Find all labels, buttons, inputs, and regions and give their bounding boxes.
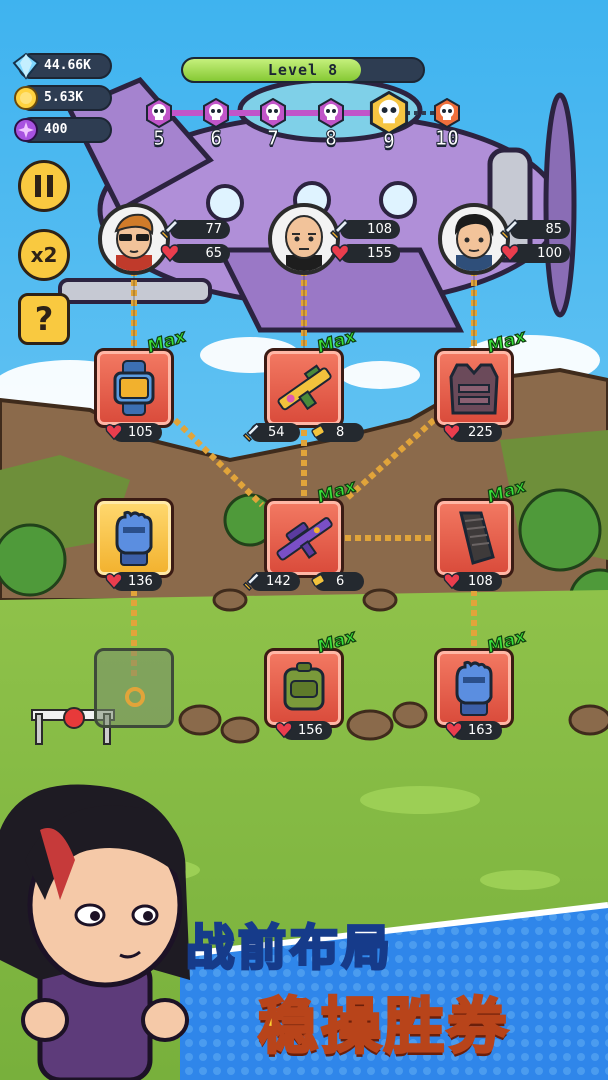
promo-subheadline: 稳操胜券 — [257, 991, 510, 1064]
item-card-rifle[interactable] — [264, 348, 344, 428]
item-card-glove-2[interactable] — [434, 648, 514, 728]
hero-2-attack: 108 — [330, 218, 400, 240]
bullet-icon — [311, 574, 326, 587]
stage-node — [316, 97, 346, 129]
heart-icon — [275, 722, 293, 739]
heart-icon — [443, 573, 461, 590]
heart-icon — [443, 424, 461, 441]
skull-icon — [318, 97, 344, 129]
glove-icon — [115, 510, 153, 566]
stage-node — [432, 97, 462, 129]
stage-number: 8 — [324, 126, 338, 151]
stage-number: 10 — [434, 126, 460, 151]
magazine-icon — [459, 511, 495, 565]
heart-icon — [330, 244, 350, 263]
item-glove-2-hp: 163 — [445, 721, 502, 740]
item-rifle-2-speed: 6 — [311, 572, 364, 591]
item-watch-hp: 105 — [105, 423, 162, 442]
stage-node — [258, 97, 288, 129]
pause-icon — [35, 175, 53, 197]
stage-node — [144, 97, 174, 129]
heart-icon — [500, 244, 520, 263]
stage-number: 9 — [382, 129, 396, 154]
item-rifle-attack: 54 — [242, 422, 300, 442]
hero-face-dark-hair — [454, 213, 494, 271]
bullet-icon — [311, 425, 326, 438]
sword-icon — [242, 571, 261, 591]
hero-1-attack: 77 — [160, 218, 230, 240]
item-slot-locked[interactable] — [94, 648, 174, 728]
item-card-magazine[interactable] — [434, 498, 514, 578]
item-card-rifle-2[interactable] — [264, 498, 344, 578]
item-pack-hp: 156 — [275, 721, 332, 740]
item-card-watch[interactable] — [94, 348, 174, 428]
item-card-glove[interactable] — [94, 498, 174, 578]
stage-number: 6 — [209, 126, 223, 151]
item-glove-hp: 136 — [105, 572, 162, 591]
vest-icon — [449, 363, 499, 415]
item-rifle-speed: 8 — [311, 423, 364, 442]
sniper-rifle-icon — [276, 517, 333, 561]
rope-knot-icon — [125, 687, 145, 707]
speed-button[interactable]: x2 — [18, 229, 70, 281]
skull-icon — [434, 97, 460, 129]
sword-icon — [500, 218, 520, 240]
skull-icon — [260, 97, 286, 129]
pause-button[interactable] — [18, 160, 70, 212]
heart-icon — [105, 573, 123, 590]
skull-icon — [146, 97, 172, 129]
rifle-icon — [277, 364, 332, 411]
sword-icon — [160, 218, 180, 240]
hero-3-attack: 85 — [500, 218, 570, 240]
help-label: ? — [34, 300, 54, 338]
promo-headline: 战前布局 — [184, 919, 395, 978]
heart-icon — [160, 244, 180, 263]
glove-icon — [455, 660, 493, 716]
heart-icon — [445, 722, 463, 739]
stage-number: 5 — [152, 126, 166, 151]
item-vest-hp: 225 — [443, 423, 502, 442]
help-button[interactable]: ? — [18, 293, 70, 345]
sword-icon — [330, 218, 350, 240]
hero-1-hp: 65 — [160, 244, 230, 263]
stage-number: 7 — [266, 126, 280, 151]
hero-face-sunglasses — [114, 213, 154, 271]
skull-icon — [203, 97, 229, 129]
sword-icon — [242, 422, 261, 442]
backpack-icon — [283, 662, 325, 711]
stage-node — [201, 97, 231, 129]
hero-3-hp: 100 — [500, 244, 570, 263]
hero-face-bald — [285, 215, 323, 271]
watch-icon — [113, 360, 155, 416]
speed-label: x2 — [30, 243, 58, 267]
stage-track — [160, 110, 445, 116]
hero-2-hp: 155 — [330, 244, 400, 263]
heart-icon — [105, 424, 123, 441]
item-magazine-hp: 108 — [443, 572, 502, 591]
item-rifle-2-attack: 142 — [242, 571, 300, 591]
item-card-pack[interactable] — [264, 648, 344, 728]
item-card-vest[interactable] — [434, 348, 514, 428]
